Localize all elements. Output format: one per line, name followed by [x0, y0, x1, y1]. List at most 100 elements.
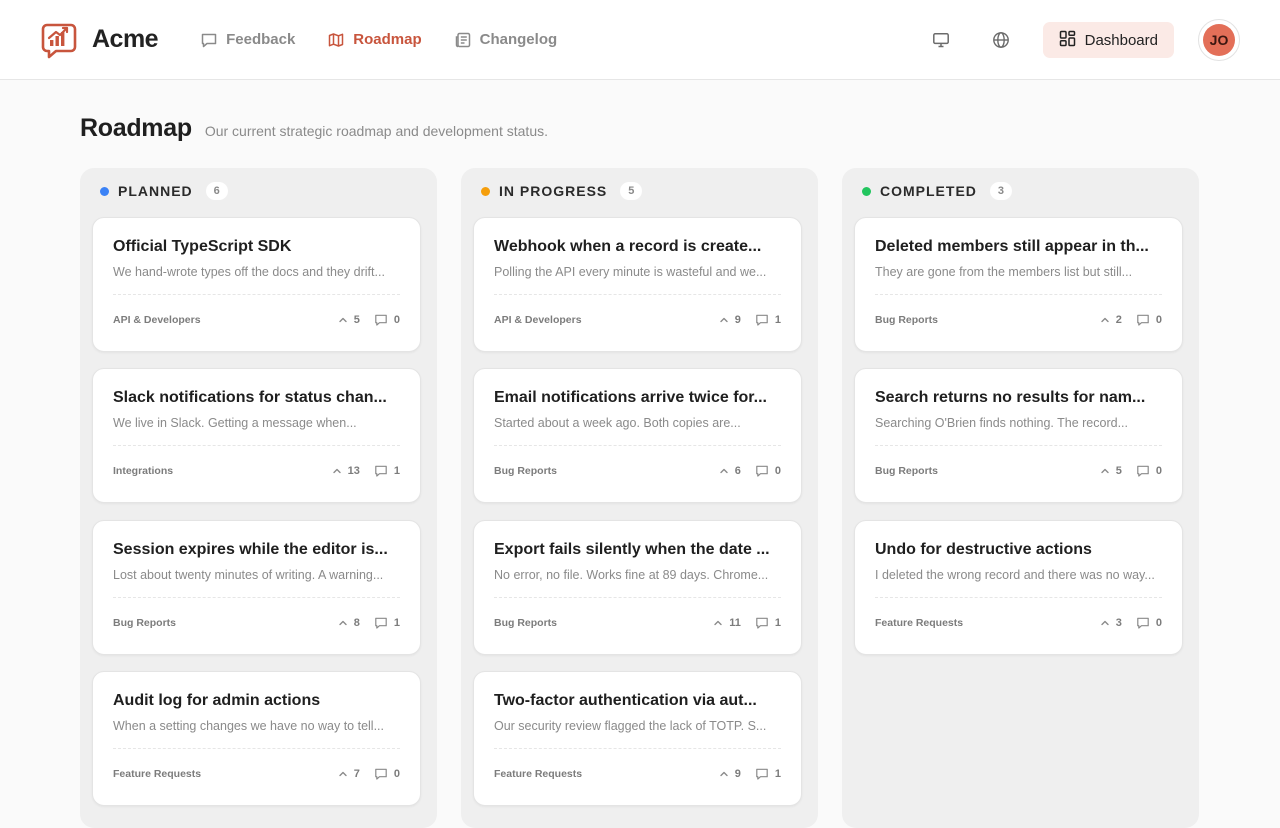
upvote-button[interactable]: 2	[1100, 314, 1122, 326]
card-stats: 9 1	[719, 313, 781, 327]
comments-link[interactable]: 1	[755, 313, 781, 327]
monitor-icon[interactable]	[921, 20, 961, 60]
comments-link[interactable]: 0	[374, 767, 400, 781]
chevron-up-icon	[1100, 315, 1110, 325]
newspaper-icon	[454, 31, 472, 49]
column-count-badge: 5	[620, 182, 643, 200]
comment-count: 0	[1155, 313, 1162, 326]
comment-icon	[1136, 313, 1150, 327]
column-completed: COMPLETED 3 Deleted members still appear…	[842, 168, 1199, 828]
roadmap-card[interactable]: Official TypeScript SDK We hand-wrote ty…	[92, 217, 421, 352]
comments-link[interactable]: 0	[1136, 464, 1162, 478]
card-footer: Bug Reports 11 1	[494, 598, 781, 647]
avatar[interactable]: JO	[1198, 19, 1240, 61]
column-in-progress: IN PROGRESS 5 Webhook when a record is c…	[461, 168, 818, 828]
comment-count: 1	[393, 464, 400, 477]
upvote-button[interactable]: 6	[719, 465, 741, 477]
vote-count: 3	[1115, 616, 1122, 629]
dashboard-grid-icon	[1059, 30, 1076, 51]
nav-item-feedback[interactable]: Feedback	[200, 31, 295, 49]
card-footer: API & Developers 5 0	[113, 295, 400, 344]
upvote-button[interactable]: 5	[1100, 465, 1122, 477]
upvote-button[interactable]: 11	[713, 617, 741, 629]
nav-label-feedback: Feedback	[226, 31, 296, 48]
upvote-button[interactable]: 3	[1100, 617, 1122, 629]
card-category: Bug Reports	[494, 464, 557, 477]
card-stats: 2 0	[1100, 313, 1162, 327]
nav-item-changelog[interactable]: Changelog	[454, 31, 557, 49]
card-description: We live in Slack. Getting a message when…	[113, 416, 357, 430]
nav-item-roadmap[interactable]: Roadmap	[327, 31, 422, 49]
comment-icon	[755, 767, 769, 781]
roadmap-board: PLANNED 6 Official TypeScript SDK We han…	[80, 168, 1199, 828]
nav-label-roadmap: Roadmap	[353, 31, 422, 48]
brand[interactable]: Acme	[40, 21, 159, 59]
card-stats: 3 0	[1100, 616, 1162, 630]
upvote-button[interactable]: 7	[338, 768, 360, 780]
page-subtitle: Our current strategic roadmap and develo…	[204, 123, 548, 139]
upvote-button[interactable]: 9	[719, 314, 741, 326]
comment-count: 0	[1155, 616, 1162, 629]
card-footer: Bug Reports 5 0	[875, 446, 1162, 495]
map-icon	[327, 31, 345, 49]
column-title: IN PROGRESS	[499, 183, 608, 199]
brand-name: Acme	[92, 25, 159, 53]
card-description: Lost about twenty minutes of writing. A …	[113, 568, 384, 582]
card-footer: API & Developers 9 1	[494, 295, 781, 344]
chevron-up-icon	[1100, 466, 1110, 476]
column-count-badge: 3	[989, 182, 1012, 200]
comments-link[interactable]: 1	[374, 464, 400, 478]
card-stats: 8 1	[338, 616, 400, 630]
roadmap-card[interactable]: Email notifications arrive twice for... …	[473, 368, 802, 503]
card-category: Feature Requests	[875, 616, 964, 629]
chevron-up-icon	[1100, 618, 1110, 628]
roadmap-card[interactable]: Webhook when a record is create... Polli…	[473, 217, 802, 352]
page-heading: Roadmap Our current strategic roadmap an…	[80, 114, 548, 143]
comment-icon	[755, 313, 769, 327]
upvote-button[interactable]: 9	[719, 768, 741, 780]
roadmap-card[interactable]: Session expires while the editor is... L…	[92, 520, 421, 655]
upvote-button[interactable]: 5	[338, 314, 360, 326]
card-description: No error, no file. Works fine at 89 days…	[494, 568, 769, 582]
column-header: IN PROGRESS 5	[473, 168, 806, 214]
roadmap-card[interactable]: Search returns no results for nam... Sea…	[854, 368, 1183, 503]
comments-link[interactable]: 0	[1136, 313, 1162, 327]
roadmap-card[interactable]: Undo for destructive actions I deleted t…	[854, 520, 1183, 655]
upvote-button[interactable]: 13	[332, 465, 360, 477]
comments-link[interactable]: 0	[755, 464, 781, 478]
card-description: Started about a week ago. Both copies ar…	[494, 416, 741, 430]
card-category: Bug Reports	[113, 616, 176, 629]
card-title: Export fails silently when the date ...	[494, 541, 770, 558]
column-header: PLANNED 6	[92, 168, 425, 214]
comment-count: 0	[393, 313, 400, 326]
status-dot	[481, 186, 490, 196]
comment-icon	[1136, 616, 1150, 630]
comment-icon	[374, 767, 388, 781]
comments-link[interactable]: 1	[374, 616, 400, 630]
card-footer: Bug Reports 6 0	[494, 446, 781, 495]
comment-count: 1	[774, 313, 781, 326]
card-title: Two-factor authentication via aut...	[494, 692, 757, 709]
card-stats: 5 0	[338, 313, 400, 327]
globe-icon[interactable]	[981, 20, 1021, 60]
comments-link[interactable]: 0	[374, 313, 400, 327]
card-category: API & Developers	[494, 313, 582, 326]
comments-link[interactable]: 0	[1136, 616, 1162, 630]
roadmap-card[interactable]: Deleted members still appear in th... Th…	[854, 217, 1183, 352]
comments-link[interactable]: 1	[755, 767, 781, 781]
card-footer: Feature Requests 3 0	[875, 598, 1162, 647]
vote-count: 5	[1115, 464, 1122, 477]
roadmap-card[interactable]: Two-factor authentication via aut... Our…	[473, 671, 802, 806]
comments-link[interactable]: 1	[755, 616, 781, 630]
card-title: Slack notifications for status chan...	[113, 389, 387, 406]
card-category: Integrations	[113, 464, 174, 477]
roadmap-card[interactable]: Slack notifications for status chan... W…	[92, 368, 421, 503]
roadmap-card[interactable]: Export fails silently when the date ... …	[473, 520, 802, 655]
card-description: We hand-wrote types off the docs and the…	[113, 265, 385, 279]
roadmap-card[interactable]: Audit log for admin actions When a setti…	[92, 671, 421, 806]
card-stats: 11 1	[713, 616, 781, 630]
comment-icon	[755, 616, 769, 630]
dashboard-button[interactable]: Dashboard	[1042, 22, 1174, 58]
card-footer: Bug Reports 2 0	[875, 295, 1162, 344]
upvote-button[interactable]: 8	[338, 617, 360, 629]
